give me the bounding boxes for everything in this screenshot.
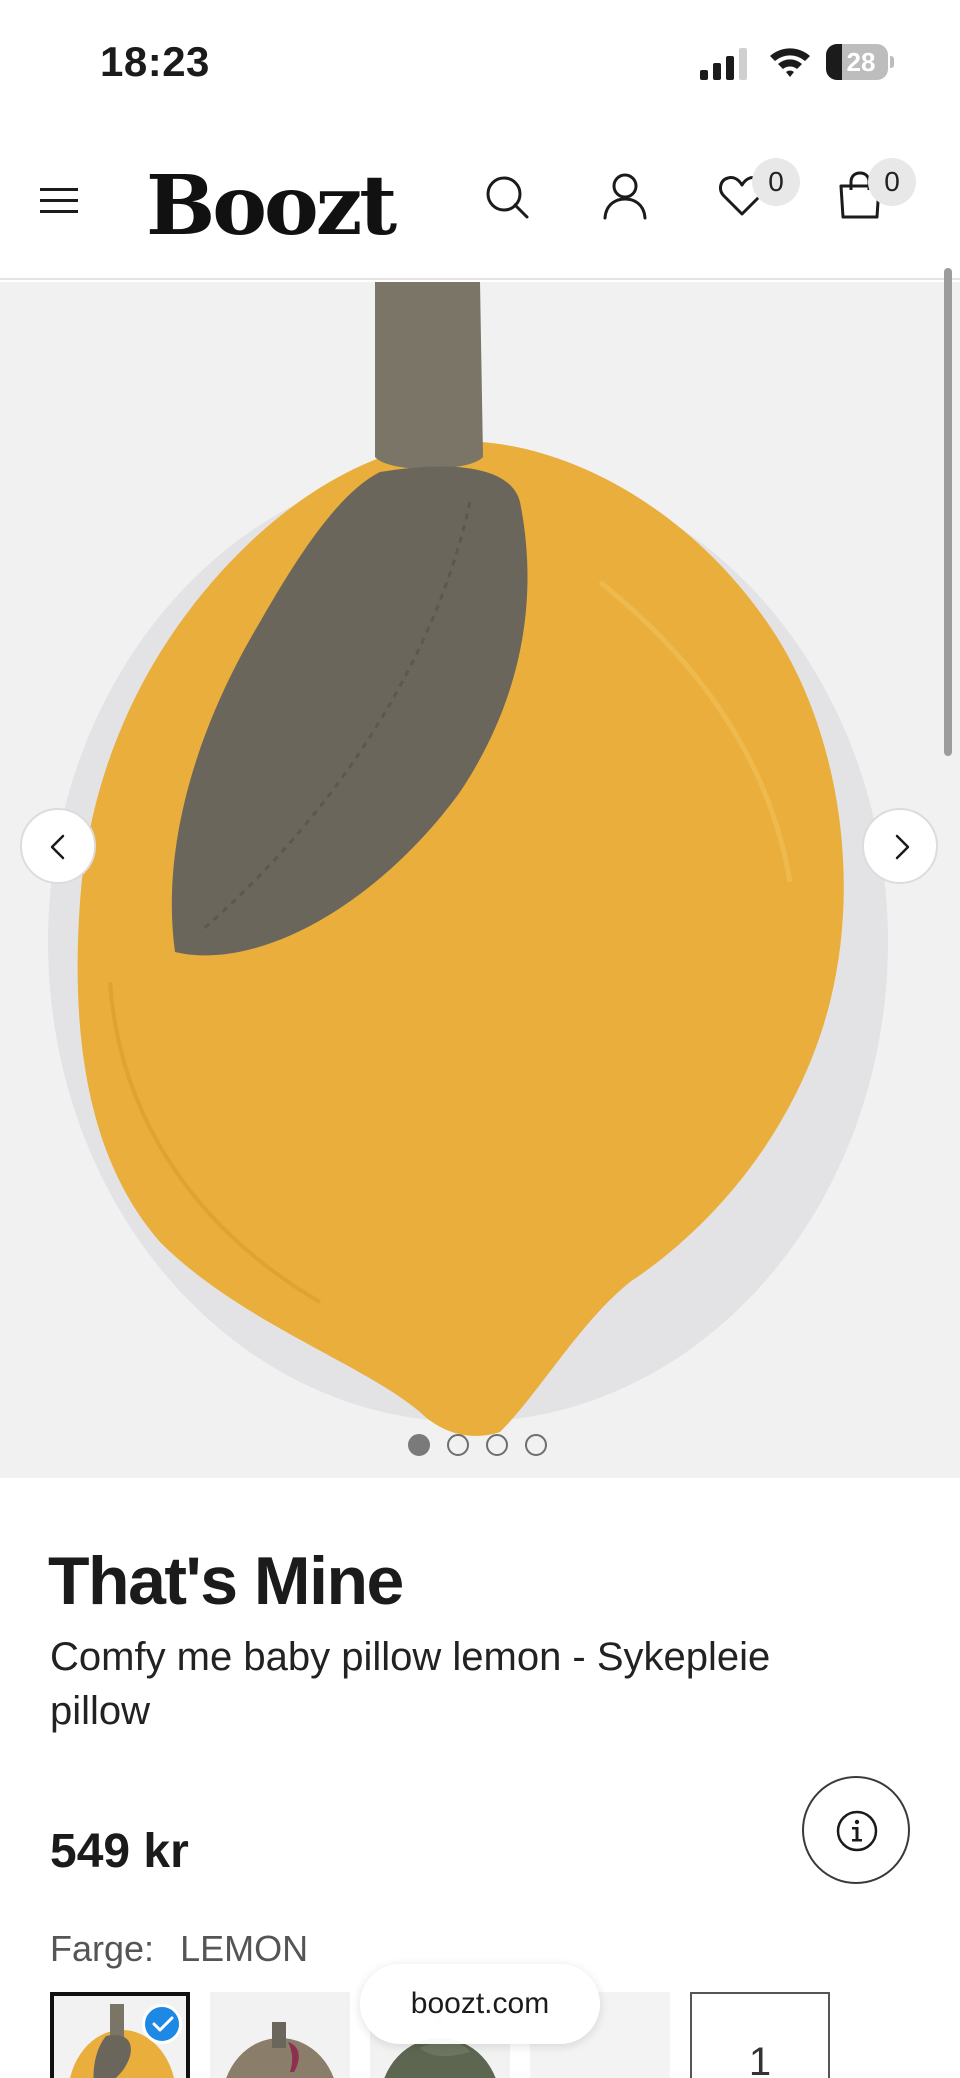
selected-check-icon	[142, 2004, 182, 2044]
menu-icon[interactable]	[38, 180, 82, 220]
product-gallery[interactable]	[0, 282, 960, 1478]
search-icon[interactable]	[484, 174, 530, 220]
battery-level: 28	[846, 47, 876, 77]
gallery-dot[interactable]	[486, 1434, 508, 1456]
more-colors-count: 1	[748, 2040, 772, 2078]
color-swatch-option[interactable]	[210, 1992, 350, 2078]
product-price: 549 kr	[50, 1825, 189, 1878]
gallery-prev-button[interactable]	[20, 808, 96, 884]
brand-name[interactable]: That's Mine	[48, 1536, 404, 1626]
boozt-logo[interactable]: Boozt	[146, 146, 397, 266]
status-time: 18:23	[100, 38, 210, 85]
wifi-icon	[770, 48, 810, 77]
color-value: LEMON	[180, 1928, 309, 1969]
info-button[interactable]	[802, 1776, 910, 1884]
color-swatch-lemon[interactable]	[50, 1992, 190, 2078]
info-icon	[836, 1810, 878, 1852]
product-image-lemon-pillow[interactable]	[0, 282, 960, 1478]
chevron-left-icon	[50, 834, 65, 860]
battery-icon: 28	[826, 44, 894, 80]
cart-count-badge: 0	[868, 158, 916, 206]
gallery-dots	[408, 1434, 558, 1458]
color-label: Farge:	[50, 1928, 155, 1969]
signal-icon	[700, 48, 747, 80]
color-row: Farge: LEMON	[50, 1926, 308, 1972]
gallery-dot[interactable]	[408, 1434, 430, 1456]
account-icon[interactable]	[602, 172, 648, 220]
status-bar: 18:23 28	[0, 0, 960, 128]
gallery-dot[interactable]	[525, 1434, 547, 1456]
page-scrollbar[interactable]	[944, 268, 952, 756]
wishlist-count-badge: 0	[752, 158, 800, 206]
gallery-next-button[interactable]	[862, 808, 938, 884]
site-header: Boozt 0 0	[0, 128, 960, 280]
chevron-right-icon	[895, 834, 910, 860]
browser-url-bar[interactable]: boozt.com	[360, 1964, 600, 2044]
gallery-dot[interactable]	[447, 1434, 469, 1456]
more-colors-button[interactable]: 1	[690, 1992, 830, 2078]
product-title: Comfy me baby pillow lemon - Sykepleie p…	[50, 1635, 771, 1733]
swatch-image	[226, 2022, 334, 2078]
